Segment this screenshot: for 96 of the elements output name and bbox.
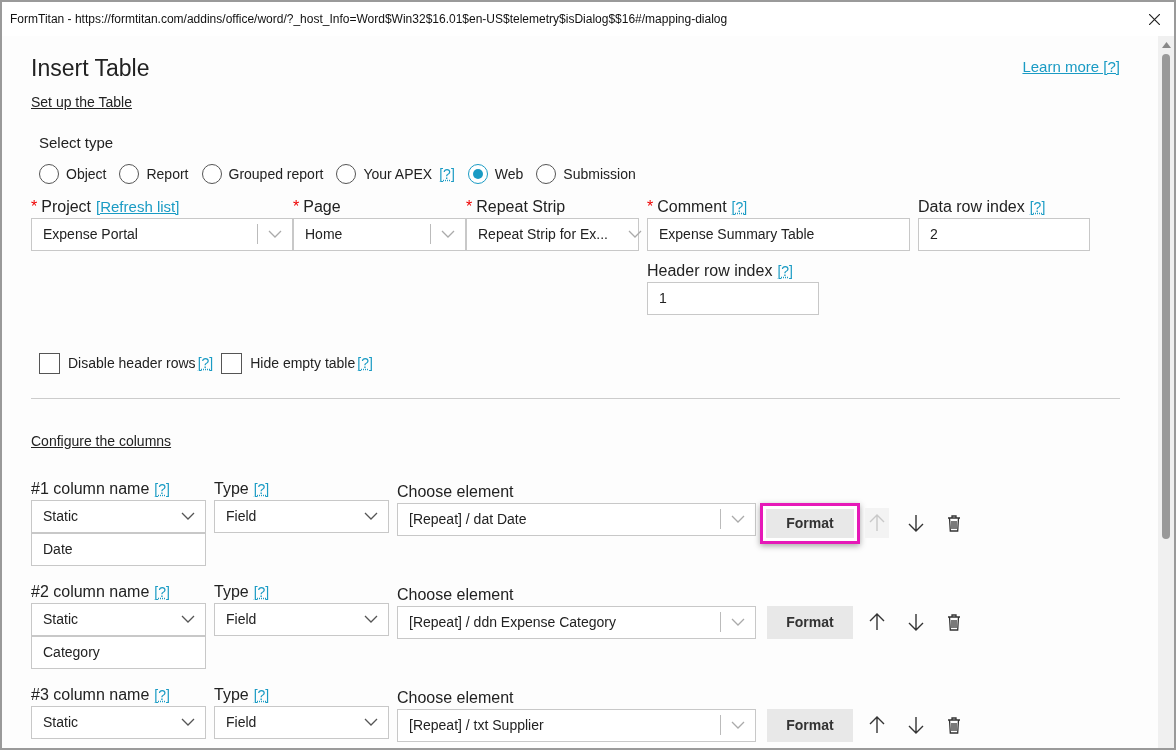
radio-label: Object	[66, 164, 107, 184]
select-value: [Repeat] / ddn Expense Category	[409, 612, 618, 632]
field-label: #1 column name	[31, 478, 150, 499]
field-label: Data row index	[918, 197, 1025, 215]
checkbox-label: Hide empty table	[250, 353, 356, 373]
field-label: Choose element	[397, 481, 514, 502]
radio-button[interactable]	[336, 164, 357, 184]
select-value: [Repeat] / dat Date	[409, 509, 528, 529]
radio-button[interactable]	[536, 164, 557, 184]
scroll-up-icon[interactable]	[1161, 42, 1171, 48]
setup-table-link[interactable]: Set up the Table	[31, 94, 132, 110]
radio-label: Your APEX	[363, 164, 433, 184]
select-value: Static	[43, 712, 79, 732]
select-type-label: Select type	[39, 133, 114, 153]
chevron-down-icon	[731, 721, 745, 729]
format-button[interactable]: Format	[767, 708, 853, 742]
dropdown-select[interactable]: Repeat Strip for Ex...	[466, 217, 639, 251]
arrow-up-icon	[869, 514, 885, 532]
select-value: [Repeat] / txt Supplier	[409, 715, 545, 735]
arrow-down-icon	[908, 514, 924, 532]
checkbox-label: Disable header rows	[68, 353, 196, 373]
element-select[interactable]: [Repeat] / dat Date	[397, 502, 756, 536]
trash-icon	[947, 716, 961, 734]
field-label: Type	[214, 581, 249, 602]
radio-label: Report	[146, 164, 189, 184]
field-label: Comment	[657, 197, 727, 215]
field-label: Type	[214, 684, 249, 705]
name-mode-select[interactable]: Static	[31, 602, 206, 636]
chevron-down-icon	[364, 615, 378, 623]
radio-label: Web	[494, 164, 524, 184]
arrow-up-icon	[869, 716, 885, 734]
name-mode-select[interactable]: Static	[31, 705, 206, 739]
trash-icon	[947, 613, 961, 631]
window-title: FormTitan - https://formtitan.com/addins/office/word/?_host_Info=Word$Win32$16.01$en-US$telemetry$isDialog$$16#/mapping-dialog	[10, 11, 729, 28]
arrow-down-icon	[908, 613, 924, 631]
element-select[interactable]: [Repeat] / txt Supplier	[397, 708, 756, 742]
select-value: Home	[305, 224, 344, 244]
dropdown-select[interactable]: Home	[293, 217, 466, 251]
close-icon[interactable]	[1149, 13, 1160, 25]
radio-label: Grouped report	[228, 164, 324, 184]
chevron-down-icon	[441, 230, 455, 238]
chevron-down-icon	[731, 618, 745, 626]
chevron-down-icon	[731, 515, 745, 523]
field-label: Repeat Strip	[476, 197, 566, 215]
type-select[interactable]: Field	[214, 602, 389, 636]
checkbox[interactable]	[39, 352, 60, 374]
arrow-up-icon	[869, 613, 885, 631]
radio-button[interactable]	[201, 164, 222, 184]
select-value: Field	[226, 609, 258, 629]
select-value: Field	[226, 506, 258, 526]
radio-button[interactable]	[39, 164, 59, 184]
required-asterisk: *	[31, 197, 38, 215]
element-select[interactable]: [Repeat] / ddn Expense Category	[397, 605, 756, 639]
radio-button[interactable]	[119, 164, 140, 184]
text-field[interactable]: Expense Summary Table	[647, 217, 910, 251]
text-field[interactable]: Category	[31, 635, 206, 669]
chevron-down-icon	[268, 230, 282, 238]
radio-label: Submission	[563, 164, 636, 184]
field-label: Header row index	[647, 261, 773, 279]
field-label: Type	[214, 478, 249, 499]
name-mode-select[interactable]: Static	[31, 499, 206, 533]
scrollbar[interactable]	[1158, 36, 1174, 748]
chevron-down-icon	[181, 718, 195, 726]
format-button[interactable]: Format	[767, 605, 853, 639]
chevron-down-icon	[364, 512, 378, 520]
checkbox[interactable]	[221, 352, 243, 374]
type-select[interactable]: Field	[214, 499, 389, 533]
select-value: Expense Portal	[43, 224, 139, 244]
select-value: Repeat Strip for Ex...	[478, 224, 608, 244]
chevron-down-icon	[181, 615, 195, 623]
required-asterisk: *	[466, 197, 473, 215]
chevron-down-icon	[181, 512, 195, 520]
text-field[interactable]: Date	[31, 532, 206, 566]
select-value: Static	[43, 506, 79, 526]
trash-icon	[947, 514, 961, 532]
text-field[interactable]: 1	[647, 281, 819, 315]
chevron-down-icon	[627, 230, 642, 238]
arrow-down-icon	[908, 716, 924, 734]
select-value: Static	[43, 609, 79, 629]
field-label: Choose element	[397, 687, 514, 708]
required-asterisk: *	[647, 197, 654, 215]
text-field[interactable]: 2	[918, 217, 1090, 251]
type-select[interactable]: Field	[214, 705, 389, 739]
dropdown-select[interactable]: Expense Portal	[31, 217, 293, 251]
required-asterisk: *	[293, 197, 300, 215]
radio-button[interactable]	[467, 164, 488, 184]
field-label: Page	[303, 197, 341, 215]
format-button[interactable]: Format	[760, 502, 860, 544]
field-label: #2 column name	[31, 581, 150, 602]
dialog-heading: Insert Table	[31, 54, 150, 83]
field-label: Project	[41, 197, 92, 215]
chevron-down-icon	[364, 718, 378, 726]
select-value: Field	[226, 712, 258, 732]
field-label: Choose element	[397, 584, 514, 605]
field-label: #3 column name	[31, 684, 150, 705]
configure-columns-link[interactable]: Configure the columns	[31, 432, 172, 449]
